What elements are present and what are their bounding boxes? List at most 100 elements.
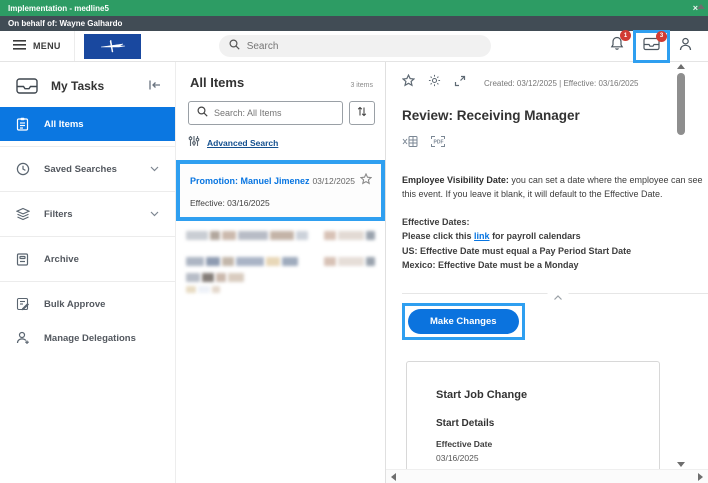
effective-date-label: Effective Date [436,439,639,449]
divider [0,236,175,237]
sidebar-item-label: Archive [44,254,159,265]
divider [0,191,175,192]
sidebar-item-archive[interactable]: Archive [0,242,175,276]
clipboard-icon [16,117,30,131]
sidebar-item-label: Manage Delegations [44,333,159,344]
window-scroll-up-arrow[interactable] [697,4,705,9]
card-section-heading: Start Details [436,418,639,429]
star-icon[interactable] [360,172,372,190]
task-detail-panel: Created: 03/12/2025 | Effective: 03/16/2… [386,62,708,483]
sidebar: My Tasks All Items Saved Searches [0,62,175,483]
detail-vertical-scrollbar[interactable] [677,64,686,467]
scroll-right-arrow[interactable] [698,473,703,481]
sidebar-item-label: Saved Searches [44,164,136,175]
sidebar-item-label: Filters [44,209,136,220]
advanced-search-link[interactable]: Advanced Search [207,138,278,148]
profile-button[interactable] [679,37,692,56]
make-changes-button[interactable]: Make Changes [408,309,519,334]
sidebar-item-bulk-approve[interactable]: Bulk Approve [0,287,175,321]
app-header: MENU 1 3 [0,31,708,62]
sort-arrows-icon [357,104,367,122]
start-job-change-card: Start Job Change Start Details Effective… [406,361,660,483]
payroll-calendar-line: Please click this link for payroll calen… [402,229,708,243]
sidebar-item-label: All Items [44,119,159,130]
mexico-effective-date-rule: Mexico: Effective Date must be a Monday [402,258,708,272]
hamburger-icon [13,37,26,55]
collapse-sidebar-icon[interactable] [149,77,161,95]
gear-icon[interactable] [428,74,441,92]
global-search-input[interactable] [247,41,447,52]
layers-icon [16,207,30,221]
us-effective-date-rule: US: Effective Date must equal a Pay Peri… [402,244,708,258]
menu-button[interactable]: MENU [0,31,75,61]
company-logo[interactable] [84,34,141,59]
export-pdf-icon[interactable]: PDF [430,135,446,153]
my-tasks-icon [16,77,38,95]
expand-icon[interactable] [454,74,466,92]
chevron-down-icon [150,164,159,175]
task-item-effective-date: Effective: 03/16/2025 [190,198,372,208]
person-icon [679,37,692,56]
search-icon [229,37,240,55]
archive-box-icon [16,252,30,266]
created-effective-line: Created: 03/12/2025 | Effective: 03/16/2… [484,79,639,88]
impersonation-bar: On behalf of: Wayne Galhardo [0,16,708,31]
inbox-badge: 3 [656,31,667,42]
sidebar-item-filters[interactable]: Filters [0,197,175,231]
scroll-left-arrow[interactable] [391,473,396,481]
document-edit-icon [16,297,30,311]
sidebar-title: My Tasks [51,79,136,93]
task-item-date: 03/12/2025 [312,176,355,186]
effective-dates-heading: Effective Dates: [402,215,708,229]
list-search-input[interactable] [214,108,324,118]
task-list-item[interactable]: Promotion: Manuel Jimenez 03/12/2025 Eff… [180,164,381,217]
task-item-annotation-box: Promotion: Manuel Jimenez 03/12/2025 Eff… [176,160,385,221]
notifications-badge: 1 [620,30,631,41]
card-title: Start Job Change [436,389,639,401]
search-icon [197,104,208,122]
advanced-search[interactable]: Advanced Search [176,125,385,160]
detail-horizontal-scrollbar[interactable] [386,469,708,483]
person-plus-icon [16,331,30,345]
sidebar-item-label: Bulk Approve [44,299,159,310]
inbox-annotation-box: 3 [633,30,670,63]
list-panel-title: All Items [190,75,244,90]
scroll-down-arrow[interactable] [677,462,685,467]
scrollbar-thumb[interactable] [677,73,685,135]
impersonation-text: On behalf of: Wayne Galhardo [8,19,122,28]
divider [0,281,175,282]
effective-dates-note: Effective Dates: Please click this link … [402,215,708,273]
visibility-note-bold: Employee Visibility Date: [402,175,509,185]
tune-sliders-icon [188,134,200,152]
favorite-star-icon[interactable] [402,74,415,92]
implementation-title: Implementation - medline5 [8,4,109,13]
redacted-task-item[interactable] [176,255,385,308]
payroll-calendar-link[interactable]: link [474,231,490,241]
sort-button[interactable] [349,101,375,125]
sidebar-item-manage-delegations[interactable]: Manage Delegations [0,321,175,355]
detail-title: Review: Receiving Manager [402,108,708,123]
chevron-up-icon[interactable] [548,288,569,306]
visibility-note: Employee Visibility Date: you can set a … [402,174,708,202]
task-item-title[interactable]: Promotion: Manuel Jimenez [190,176,312,186]
sidebar-item-saved-searches[interactable]: Saved Searches [0,152,175,186]
implementation-banner: Implementation - medline5 × [0,0,708,16]
global-search[interactable] [219,35,491,57]
menu-label: MENU [33,41,61,51]
export-excel-icon[interactable] [402,135,418,153]
clock-icon [16,162,30,176]
sidebar-item-all-items[interactable]: All Items [0,107,175,141]
item-count: 3 items [350,82,373,89]
notifications-button[interactable]: 1 [610,36,624,56]
effective-date-value: 03/16/2025 [436,453,639,463]
make-changes-annotation-box: Make Changes [402,303,525,340]
divider [0,146,175,147]
collapse-divider [402,293,708,294]
task-list-panel: All Items 3 items Advanced Search [175,62,386,483]
svg-text:PDF: PDF [434,140,444,146]
my-tasks-inbox-button[interactable]: 3 [643,37,660,56]
redacted-task-item[interactable] [176,221,385,255]
list-search[interactable] [188,101,343,125]
chevron-down-icon [150,209,159,220]
scroll-up-arrow[interactable] [677,64,685,69]
